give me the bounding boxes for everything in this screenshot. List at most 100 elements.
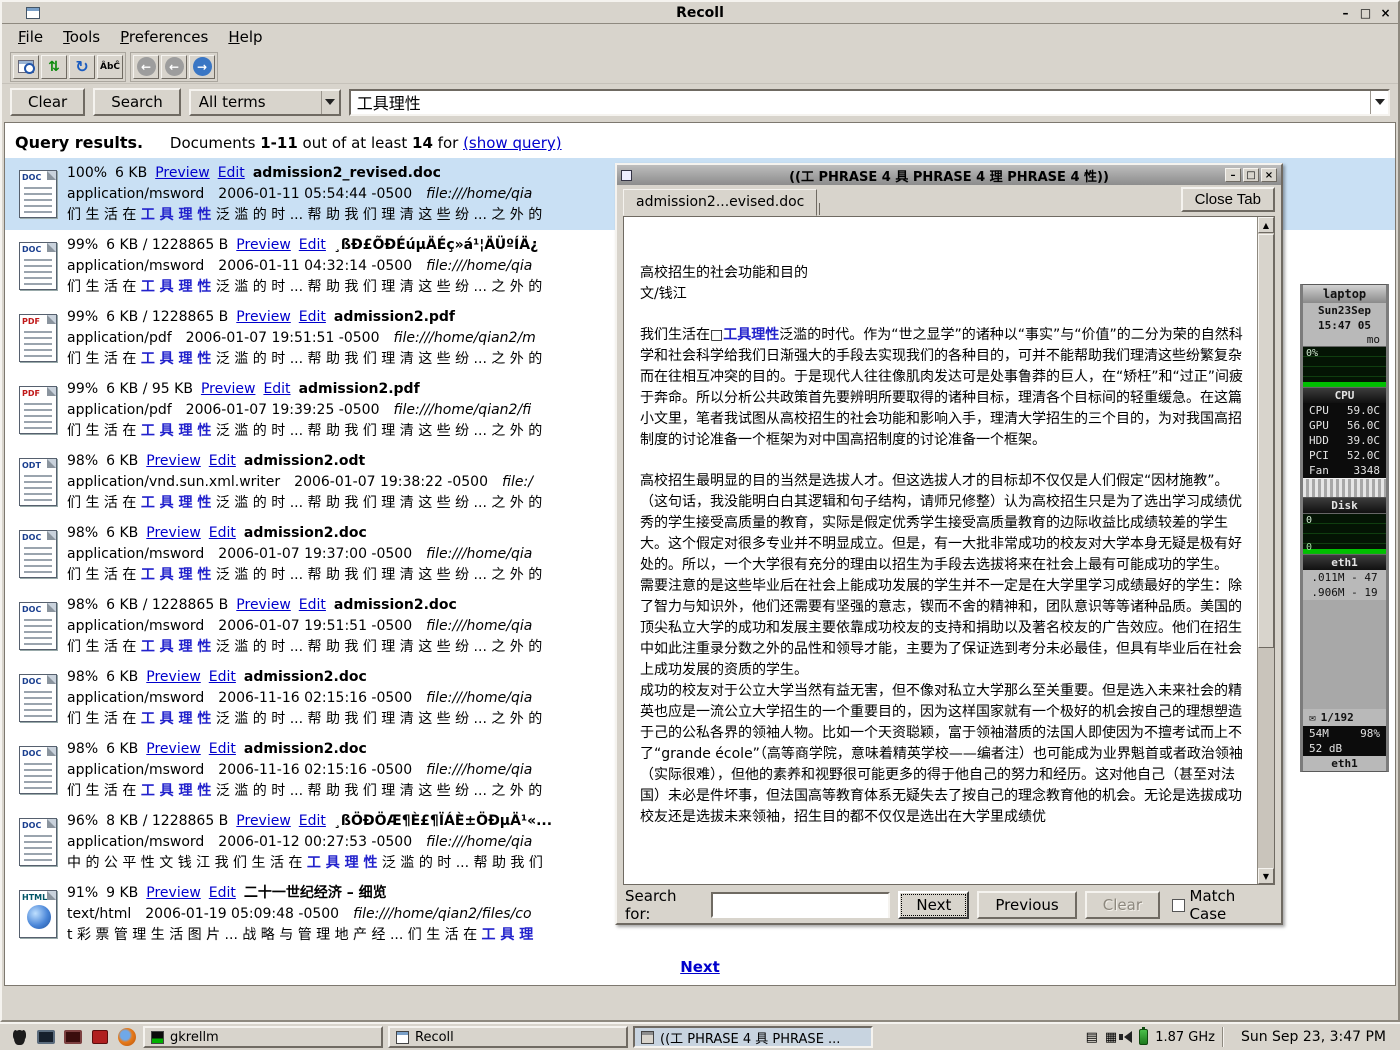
next-page-icon: → [193,57,212,76]
close-button[interactable]: × [1377,5,1394,20]
query-input[interactable] [351,93,1370,112]
titlebar[interactable]: Recoll – □ × [2,2,1398,24]
result-edit-link[interactable]: Edit [299,597,326,613]
result-edit-link[interactable]: Edit [218,165,245,181]
reload-button[interactable]: ↻ [69,55,95,79]
scrollbar-thumb[interactable] [1258,234,1274,648]
result-preview-link[interactable]: Preview [236,597,291,613]
close-tab-button[interactable]: Close Tab [1181,187,1275,212]
gkrellm-mo-label: mo [1303,333,1386,346]
taskbar-item-recoll[interactable]: Recoll [388,1026,628,1048]
find-previous-button[interactable]: Previous [977,891,1076,919]
result-preview-link[interactable]: Preview [146,885,201,901]
result-edit-link[interactable]: Edit [263,381,290,397]
result-url: file:///home/qia [426,546,532,562]
preview-findbar: Search for: Next Previous Clear Match Ca… [617,887,1281,923]
result-preview-link[interactable]: Preview [146,741,201,757]
result-preview-link[interactable]: Preview [236,309,291,325]
launcher-package[interactable] [89,1026,111,1048]
taskbar-item-preview[interactable]: ((工 PHRASE 4 具 PHRASE ... [633,1026,873,1048]
result-preview-link[interactable]: Preview [155,165,210,181]
volume-row: 52 dB [1303,741,1386,756]
preview-minimize-button[interactable]: – [1225,168,1241,182]
result-edit-link[interactable]: Edit [209,453,236,469]
next-page-button[interactable]: → [189,55,215,79]
result-mime: application/pdf [67,330,172,346]
keyboard-indicator-icon[interactable]: ▤ [1086,1031,1098,1044]
result-edit-link[interactable]: Edit [299,237,326,253]
result-edit-link[interactable]: Edit [299,309,326,325]
result-preview-link[interactable]: Preview [146,453,201,469]
maximize-button[interactable]: □ [1357,5,1374,20]
preview-find-input[interactable] [713,894,888,918]
net-rx-value: .011M - 47 [1303,570,1386,585]
search-button[interactable]: Search [93,88,181,116]
menu-help[interactable]: Help [218,25,272,49]
volume-icon[interactable] [1124,1031,1132,1043]
result-size: 6 KB [115,165,147,181]
clock: Sun Sep 23, 3:47 PM [1231,1029,1392,1045]
clear-button[interactable]: Clear [10,88,85,116]
preview-titlebar[interactable]: ((工 PHRASE 4 具 PHRASE 4 理 PHRASE 4 性)) –… [617,165,1281,185]
battery-icon[interactable] [1139,1029,1148,1045]
show-query-link[interactable]: (show query) [463,134,562,152]
result-edit-link[interactable]: Edit [209,669,236,685]
prev-page-button[interactable]: ← [161,55,187,79]
net-tx-value: .906M - 19 [1303,585,1386,600]
result-title: admission2.doc [244,669,367,685]
search-bar: Clear Search All terms [2,84,1398,120]
file-type-icon: DOC [9,170,67,218]
task-label: ((工 PHRASE 4 具 PHRASE ... [660,1028,840,1047]
term-explorer-button[interactable]: ÂbĈ [97,55,123,79]
result-edit-link[interactable]: Edit [209,885,236,901]
result-preview-link[interactable]: Preview [146,669,201,685]
file-type-icon: HTML [9,890,67,938]
match-case-checkbox[interactable] [1172,899,1185,912]
mail-row: ✉ 1/192 [1303,709,1386,726]
preview-tab[interactable]: admission2...evised.doc [623,189,817,216]
result-preview-link[interactable]: Preview [201,381,256,397]
launcher-terminal[interactable] [35,1026,57,1048]
result-preview-link[interactable]: Preview [146,525,201,541]
result-edit-link[interactable]: Edit [209,525,236,541]
preview-close-button[interactable]: × [1261,168,1277,182]
result-size: 9 KB [106,885,138,901]
minimize-button[interactable]: – [1337,5,1354,20]
search-mode-select[interactable]: All terms [189,89,341,116]
launcher-monitor[interactable] [62,1026,84,1048]
match-case-label: Match Case [1190,887,1273,923]
fan-row: Fan3348 [1303,463,1386,478]
scroll-up-icon[interactable]: ▲ [1258,217,1274,233]
launcher-firefox[interactable] [116,1026,138,1048]
first-page-button[interactable]: ← [133,55,159,79]
find-clear-button[interactable]: Clear [1085,891,1160,919]
task-label: gkrellm [170,1030,219,1045]
sort-button[interactable]: ⇅ [41,55,67,79]
result-relevance: 96% [67,813,98,829]
krell-slider[interactable] [1303,478,1386,498]
result-title: ¸ßÐ£ÕÐÉúµÄÉç»á¹¦ÄÜºÍÄ¿ [334,237,538,253]
find-next-button[interactable]: Next [898,891,969,919]
table-view-button[interactable] [13,55,39,79]
menu-file[interactable]: File [8,25,53,49]
grid-indicator-icon[interactable]: ▦ [1105,1031,1117,1044]
file-type-icon: ODT [9,458,67,506]
preview-maximize-button[interactable]: □ [1243,168,1259,182]
prev-page-icon: ← [165,57,184,76]
result-edit-link[interactable]: Edit [299,813,326,829]
launcher-window-manager[interactable] [8,1026,30,1048]
result-url: file:///home/qia [426,834,532,850]
first-page-icon: ← [137,57,156,76]
preview-text[interactable]: 高校招生的社会功能和目的 文/钱江我们生活在□工具理性泛滥的时代。作为“世之显学… [624,217,1257,884]
preview-scrollbar[interactable]: ▲ ▼ [1257,217,1274,884]
scroll-down-icon[interactable]: ▼ [1258,868,1274,884]
taskbar-item-gkrellm[interactable]: gkrellm [143,1026,383,1048]
menu-tools[interactable]: Tools [53,25,110,49]
result-preview-link[interactable]: Preview [236,813,291,829]
query-history-chevron-icon[interactable] [1370,91,1388,114]
result-preview-link[interactable]: Preview [236,237,291,253]
result-edit-link[interactable]: Edit [209,741,236,757]
next-page-link[interactable]: Next [670,958,730,976]
gkrellm-hostname: laptop [1303,285,1386,303]
menu-preferences[interactable]: Preferences [110,25,218,49]
